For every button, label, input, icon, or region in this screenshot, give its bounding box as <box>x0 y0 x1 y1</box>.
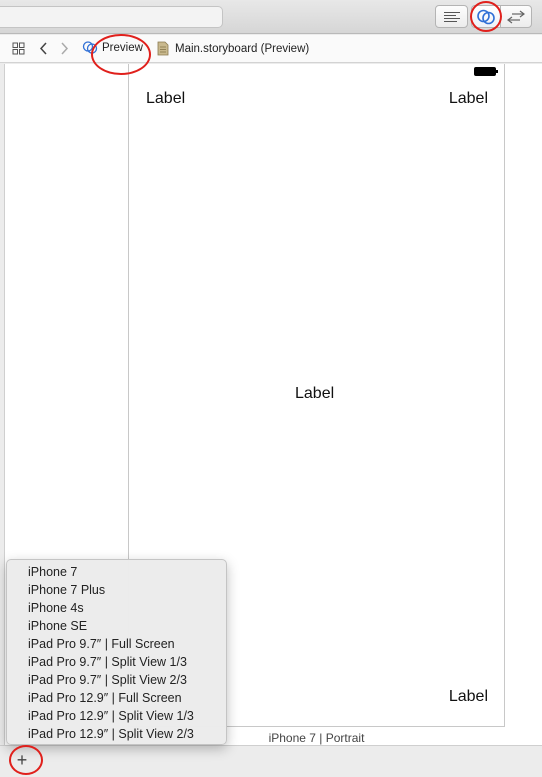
bottom-bar: + <box>0 745 542 777</box>
device-menu: iPhone 7 iPhone 7 Plus iPhone 4s iPhone … <box>6 559 227 745</box>
version-editor-button[interactable] <box>500 5 532 28</box>
standard-editor-icon <box>443 11 460 22</box>
storyboard-crumb-label: Main.storyboard (Preview) <box>175 42 310 55</box>
menu-item-ipad-pro-9-7-full[interactable]: iPad Pro 9.7″ | Full Screen <box>7 635 226 653</box>
menu-item-ipad-pro-12-9-split-2-3[interactable]: iPad Pro 12.9″ | Split View 2/3 <box>7 725 226 743</box>
back-button[interactable] <box>38 41 48 56</box>
storyboard-file-icon <box>157 41 169 56</box>
activity-viewer <box>0 6 223 28</box>
menu-item-ipad-pro-12-9-full[interactable]: iPad Pro 12.9″ | Full Screen <box>7 689 226 707</box>
assistant-editor-button[interactable] <box>471 5 501 28</box>
label-center: Label <box>295 385 335 402</box>
forward-button[interactable] <box>60 41 70 56</box>
assistant-editor-icon <box>477 9 495 24</box>
related-items-icon <box>12 42 25 55</box>
preview-icon <box>82 41 98 54</box>
add-device-button[interactable]: + <box>12 751 32 771</box>
label-top-left: Label <box>146 90 186 107</box>
jump-bar: Preview Main.storyboard (Preview) <box>0 35 542 63</box>
storyboard-crumb[interactable]: Main.storyboard (Preview) <box>157 41 309 56</box>
related-items-button[interactable] <box>12 42 25 55</box>
standard-editor-button[interactable] <box>435 5 468 28</box>
forward-icon <box>61 42 69 55</box>
label-bottom-right: Label <box>448 688 488 705</box>
menu-item-iphone-7[interactable]: iPhone 7 <box>7 563 226 581</box>
back-icon <box>39 42 47 55</box>
menu-item-iphone-se[interactable]: iPhone SE <box>7 617 226 635</box>
menu-item-ipad-pro-12-9-split-1-3[interactable]: iPad Pro 12.9″ | Split View 1/3 <box>7 707 226 725</box>
menu-item-iphone-7-plus[interactable]: iPhone 7 Plus <box>7 581 226 599</box>
label-top-right: Label <box>448 90 488 107</box>
battery-icon <box>474 67 498 76</box>
window-toolbar <box>0 0 542 34</box>
menu-item-iphone-4s[interactable]: iPhone 4s <box>7 599 226 617</box>
preview-crumb[interactable]: Preview <box>82 40 143 55</box>
menu-item-ipad-pro-9-7-split-2-3[interactable]: iPad Pro 9.7″ | Split View 2/3 <box>7 671 226 689</box>
version-editor-icon <box>507 10 525 23</box>
preview-crumb-label: Preview <box>102 41 143 54</box>
menu-item-ipad-pro-9-7-split-1-3[interactable]: iPad Pro 9.7″ | Split View 1/3 <box>7 653 226 671</box>
